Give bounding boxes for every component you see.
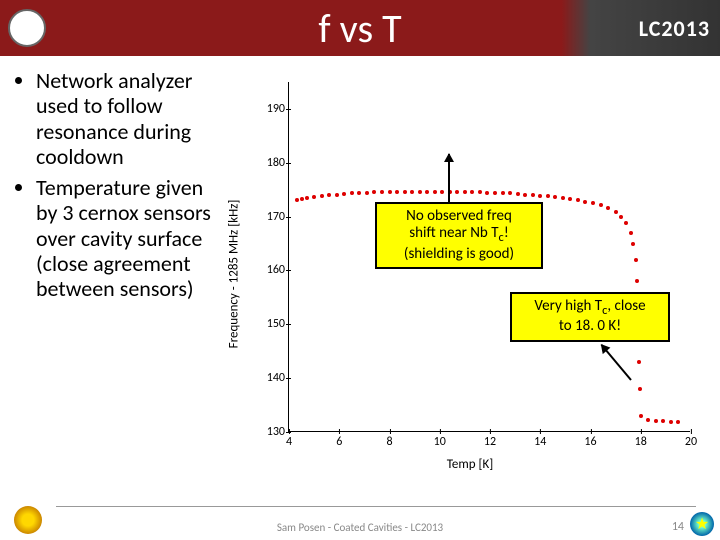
data-point: [463, 190, 467, 194]
data-point: [342, 192, 346, 196]
data-point: [606, 206, 610, 210]
data-point: [493, 191, 497, 195]
data-point: [395, 190, 399, 194]
footer-divider: [56, 506, 696, 507]
x-tick: 12: [484, 435, 496, 449]
chart-container: Frequency - 1285 MHz [kHz] Temp [K] 130 1…: [220, 56, 720, 496]
page-number: 14: [672, 520, 684, 534]
data-point: [568, 197, 572, 201]
callout-high-tc: Very high Tc, close to 18. 0 K!: [510, 292, 670, 342]
bullet-list: Network analyzer used to follow resonanc…: [0, 56, 220, 496]
data-point: [646, 418, 650, 422]
star-badge-icon: ★: [690, 512, 714, 536]
footer-text: Sam Posen - Coated Cavities - LC2013: [0, 521, 720, 534]
x-tick: 18: [635, 435, 647, 449]
scatter-chart: Frequency - 1285 MHz [kHz] Temp [K] 130 1…: [230, 74, 710, 474]
data-point: [295, 198, 299, 202]
callout-no-shift: No observed freq shift near Nb Tc! (shie…: [375, 202, 543, 269]
list-item: Temperature given by 3 cernox sensors ov…: [36, 175, 212, 301]
callout-line: (shielding is good): [385, 246, 533, 263]
data-point: [508, 191, 512, 195]
data-point: [501, 191, 505, 195]
x-tick: 20: [685, 435, 697, 449]
x-tick: 8: [386, 435, 392, 449]
data-point: [654, 419, 658, 423]
y-tick: 140: [255, 371, 285, 385]
data-point: [546, 194, 550, 198]
data-point: [357, 191, 361, 195]
y-tick: 190: [255, 102, 285, 116]
data-point: [388, 190, 392, 194]
data-point: [470, 190, 474, 194]
x-tick: 10: [434, 435, 446, 449]
conference-label: LC2013: [639, 15, 710, 42]
y-tick: 160: [255, 263, 285, 277]
x-axis-label: Temp [K]: [447, 457, 494, 472]
data-point: [523, 193, 527, 197]
data-point: [440, 190, 444, 194]
data-point: [350, 191, 354, 195]
data-point: [335, 193, 339, 197]
data-point: [327, 193, 331, 197]
callout-line: No observed freq: [385, 208, 533, 225]
data-point: [380, 190, 384, 194]
data-point: [669, 420, 673, 424]
y-tick: 130: [255, 425, 285, 439]
callout-line: to 18. 0 K!: [520, 318, 660, 335]
callout-line: shift near Nb Tc!: [385, 225, 533, 245]
data-point: [531, 193, 535, 197]
data-point: [485, 191, 489, 195]
data-point: [365, 191, 369, 195]
header-bar: f vs T LC2013: [0, 0, 720, 56]
data-point: [403, 190, 407, 194]
data-point: [624, 221, 628, 225]
data-point: [639, 414, 643, 418]
data-point: [561, 196, 565, 200]
slide-title: f vs T: [0, 4, 720, 53]
data-point: [516, 192, 520, 196]
y-tick: 170: [255, 210, 285, 224]
data-point: [418, 190, 422, 194]
data-point: [538, 194, 542, 198]
data-point: [455, 190, 459, 194]
data-point: [300, 197, 304, 201]
data-point: [410, 190, 414, 194]
data-point: [614, 210, 618, 214]
callout-line: Very high Tc, close: [520, 298, 660, 318]
data-point: [676, 420, 680, 424]
x-tick: 14: [534, 435, 546, 449]
data-point: [599, 203, 603, 207]
footer: Sam Posen - Coated Cavities - LC2013 14 …: [0, 506, 720, 538]
y-tick: 150: [255, 317, 285, 331]
slide: f vs T LC2013 Network analyzer used to f…: [0, 0, 720, 540]
data-point: [629, 231, 633, 235]
arrow-icon: [448, 154, 450, 204]
data-point: [661, 419, 665, 423]
list-item: Network analyzer used to follow resonanc…: [36, 68, 212, 169]
data-point: [631, 242, 635, 246]
x-tick: 16: [584, 435, 596, 449]
data-point: [433, 190, 437, 194]
data-point: [553, 195, 557, 199]
x-tick: 4: [286, 435, 292, 449]
slide-body: Network analyzer used to follow resonanc…: [0, 56, 720, 496]
y-tick: 180: [255, 156, 285, 170]
data-point: [638, 387, 642, 391]
data-point: [312, 195, 316, 199]
data-point: [320, 194, 324, 198]
y-axis-label: Frequency - 1285 MHz [kHz]: [227, 200, 242, 349]
data-point: [478, 190, 482, 194]
data-point: [583, 200, 587, 204]
data-point: [591, 201, 595, 205]
data-point: [637, 360, 641, 364]
data-point: [634, 258, 638, 262]
data-point: [619, 215, 623, 219]
data-point: [372, 190, 376, 194]
data-point: [425, 190, 429, 194]
data-point: [635, 279, 639, 283]
x-tick: 6: [336, 435, 342, 449]
data-point: [576, 198, 580, 202]
data-point: [305, 196, 309, 200]
